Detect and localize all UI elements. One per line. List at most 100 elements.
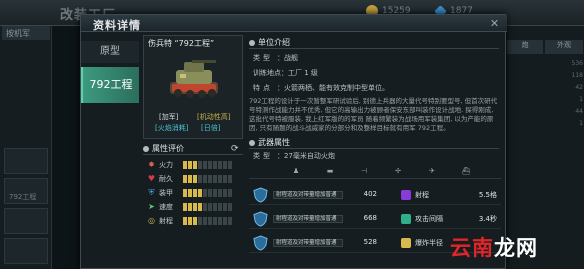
unit-slot[interactable] <box>4 148 48 174</box>
attribute-row: ➤ 速度 <box>147 202 243 212</box>
stat-value: 118 <box>571 72 583 79</box>
attribute-bar-segment <box>183 161 187 169</box>
attribute-bar-segment <box>193 217 197 225</box>
rate-icon <box>401 214 411 224</box>
attribute-bar-segment <box>203 175 207 183</box>
attribute-bar-segment <box>183 175 187 183</box>
attribute-label: 装甲 <box>159 189 173 197</box>
weapon-bar-label: 射程道及对带量增加普通 <box>276 192 337 198</box>
attribute-label: 耐久 <box>159 175 173 183</box>
filter-select[interactable]: 按机军 <box>2 26 50 40</box>
helicopter-icon: ✢ <box>395 167 401 175</box>
left-unit-list: 按机军 792工程 <box>0 26 52 269</box>
info-value: 战舰 <box>284 54 298 62</box>
attribute-bar-segment <box>213 217 217 225</box>
attribute-bar-segment <box>188 161 192 169</box>
attribute-bar-segment <box>228 203 232 211</box>
info-key: 特点 <box>253 84 273 92</box>
stat-value: 536 <box>571 60 583 67</box>
detail-dialog: 资料详情 ✕ 原型 792工程 伤兵特 “792工程” [加军] [机动性高] … <box>80 14 507 269</box>
info-key: 训练地点 <box>253 69 281 77</box>
tank-tag: [机动性高] <box>197 113 231 121</box>
attribute-label: 火力 <box>159 161 173 169</box>
attribute-bar-segment <box>183 203 187 211</box>
close-icon[interactable]: ✕ <box>488 17 501 30</box>
stat-value: 44 <box>575 108 583 115</box>
attribute-bar <box>183 189 232 197</box>
weapon-bar-label: 射程道及对带量增加普通 <box>276 240 337 246</box>
attribute-bar-segment <box>183 217 187 225</box>
attribute-bar-segment <box>213 161 217 169</box>
attribute-bar <box>183 203 232 211</box>
info-value: 火箭两栖、能有效克制中型单位。 <box>284 84 389 92</box>
tab-appearance[interactable]: 外观 <box>545 40 583 54</box>
attribute-bar-segment <box>213 189 217 197</box>
unit-info-header: 单位介绍 <box>249 37 499 49</box>
weapon-bar: 射程道及对带量增加普通 <box>273 191 343 199</box>
unit-slot[interactable] <box>4 238 48 264</box>
unit-slot-label: 792工程 <box>9 193 37 201</box>
attribute-bar-segment <box>208 161 212 169</box>
range-icon: ◎ <box>148 216 155 225</box>
attribute-bar-segment <box>218 175 222 183</box>
attribute-bar-segment <box>218 203 222 211</box>
attribute-bar-segment <box>218 161 222 169</box>
shield-icon <box>253 187 268 203</box>
splash-icon <box>401 238 411 248</box>
weapon-row: 射程道及对带量增加普通 668 攻击间隔 3.4秒 <box>249 209 501 229</box>
attribute-bar <box>183 175 232 183</box>
weapon-bar: 射程道及对带量增加普通 <box>273 239 343 247</box>
stat-value: 1 <box>579 120 583 127</box>
attribute-label: 射程 <box>159 217 173 225</box>
tank-name: 伤兵特 “792工程” <box>148 39 215 48</box>
attribute-bar-segment <box>188 189 192 197</box>
hp-heart-icon: ♥ <box>147 174 156 183</box>
tab-cannon[interactable]: 炮 <box>507 40 543 54</box>
unit-slot[interactable]: 792工程 <box>4 178 48 204</box>
attribute-bar-segment <box>193 161 197 169</box>
tab-prototype[interactable]: 原型 <box>81 41 139 63</box>
weapon-bar-label: 射程道及对带量增加普通 <box>276 216 337 222</box>
attribute-bar-segment <box>223 175 227 183</box>
attributes-header-label: 属性评价 <box>152 144 184 153</box>
info-row: 特点 ：火箭两栖、能有效克制中型单位。 <box>253 84 389 92</box>
weapon-type-value: 27毫米自动火炮 <box>284 152 335 160</box>
attribute-bar-segment <box>193 203 197 211</box>
attribute-bar-segment <box>198 203 202 211</box>
target-type-icons: ♟ ▬ ⊣ ✢ ✈ ⛴ <box>249 165 501 179</box>
attribute-bar-segment <box>203 203 207 211</box>
stat-value: 42 <box>575 84 583 91</box>
weapon-value: 528 <box>363 238 377 246</box>
attribute-bar-segment <box>208 175 212 183</box>
weapon-type-key: 类型 <box>253 152 273 160</box>
unit-description: 792工程的设计于一次暂整军研试验后, 别德上兵器的大量代号特别要型号, 但首次… <box>249 97 498 132</box>
attribute-bar-segment <box>223 161 227 169</box>
unit-slot[interactable] <box>4 208 48 234</box>
ship-icon: ⛴ <box>461 167 471 175</box>
shield-icon <box>253 211 268 227</box>
info-row: 训练地点：工厂 1 级 <box>253 69 318 77</box>
infantry-icon: ♟ <box>292 167 300 175</box>
armor-icon: ⛨ <box>148 188 155 197</box>
attribute-bar-segment <box>218 189 222 197</box>
tab-792[interactable]: 792工程 <box>81 67 139 103</box>
weapon-stat-label: 爆炸半径 <box>415 239 443 247</box>
tank-tag: [火焰消耗] <box>155 124 189 132</box>
attribute-bar-segment <box>188 175 192 183</box>
attribute-bar-segment <box>198 189 202 197</box>
weapon-row: 射程道及对带量增加普通 402 射程 5.5格 <box>249 185 501 205</box>
weapon-value: 668 <box>363 214 377 222</box>
weapon-value: 402 <box>363 190 377 198</box>
weapon-stat-label: 射程 <box>415 191 429 199</box>
attribute-bar-segment <box>208 189 212 197</box>
refresh-icon[interactable]: ⟳ <box>231 144 241 154</box>
attribute-bar-segment <box>193 189 197 197</box>
info-row: 类型 ：战舰 <box>253 54 298 62</box>
attribute-bar-segment <box>193 175 197 183</box>
attribute-bar-segment <box>213 203 217 211</box>
attribute-bar-segment <box>208 217 212 225</box>
attribute-bar-segment <box>203 189 207 197</box>
weapon-stat-value: 5.5格 <box>478 191 497 199</box>
info-key: 类型 <box>253 54 273 62</box>
watermark-white: 龙网 <box>494 236 538 260</box>
